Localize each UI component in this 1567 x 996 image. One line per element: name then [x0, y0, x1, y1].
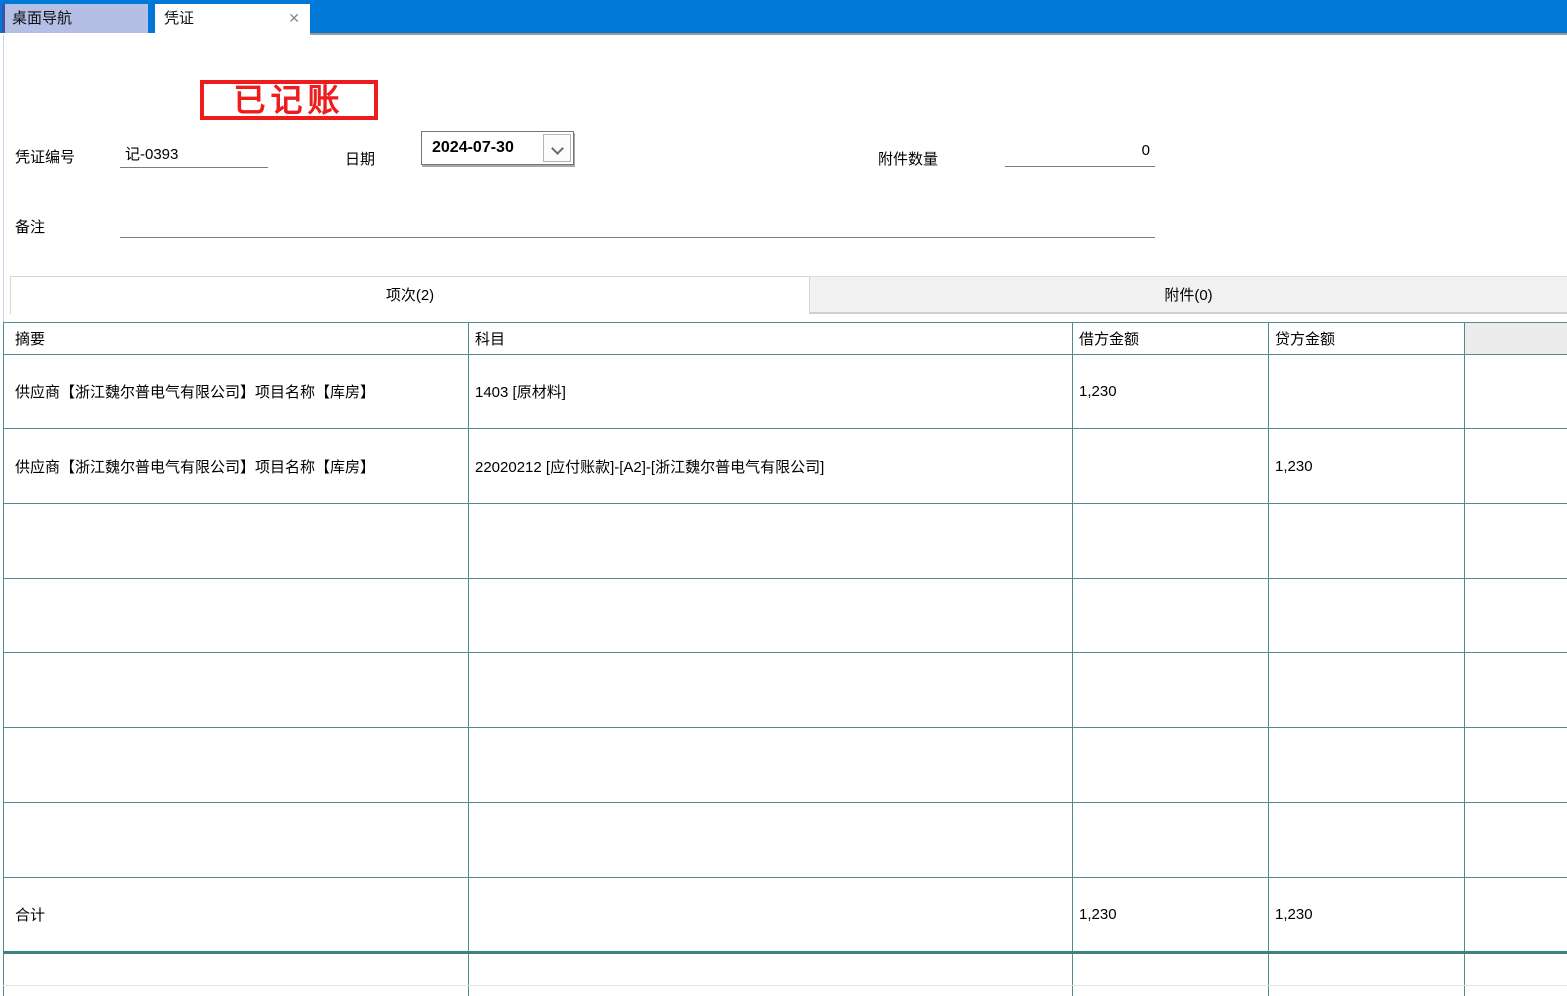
empty-row	[4, 579, 1567, 653]
attachment-count-label: 附件数量	[878, 148, 938, 169]
window-tab-voucher[interactable]: 凭证 ✕	[155, 4, 310, 33]
tab-attachments[interactable]: 附件(0)	[810, 276, 1567, 314]
date-value: 2024-07-30	[432, 139, 514, 157]
cell-summary[interactable]: 供应商【浙江魏尔普电气有限公司】项目名称【库房】	[4, 429, 469, 504]
chevron-down-icon	[551, 142, 564, 155]
empty-row	[4, 986, 1567, 996]
total-debit: 1,230	[1073, 878, 1269, 953]
voucher-no-label: 凭证编号	[15, 146, 75, 167]
cell-debit[interactable]: 1,230	[1073, 355, 1269, 429]
voucher-no-value[interactable]: 记-0393	[125, 143, 178, 164]
cell-credit[interactable]	[1269, 355, 1465, 429]
date-combobox[interactable]: 2024-07-30	[421, 131, 574, 165]
empty-row	[4, 504, 1567, 579]
posted-stamp: 已记账	[200, 80, 378, 120]
tab-bar-shadow	[310, 33, 1567, 35]
empty-row	[4, 653, 1567, 728]
tab-items-label: 项次(2)	[386, 287, 434, 304]
date-label: 日期	[345, 148, 375, 169]
voucher-no-underline	[120, 167, 268, 168]
header-credit: 贷方金额	[1269, 323, 1465, 355]
tab-attachments-label: 附件(0)	[1164, 287, 1212, 304]
remark-underline	[120, 237, 1155, 238]
header-debit: 借方金额	[1073, 323, 1269, 355]
header-extra	[1465, 323, 1567, 355]
header-summary: 摘要	[4, 323, 469, 355]
total-label: 合计	[4, 878, 469, 953]
cell-extra[interactable]	[1465, 355, 1567, 429]
table-row: 供应商【浙江魏尔普电气有限公司】项目名称【库房】 1403 [原材料] 1,23…	[4, 355, 1567, 429]
close-icon[interactable]: ✕	[288, 4, 300, 33]
total-row: 合计 1,230 1,230	[4, 878, 1567, 953]
tab-items[interactable]: 项次(2)	[10, 276, 810, 314]
empty-row	[4, 728, 1567, 803]
remark-label: 备注	[15, 216, 45, 237]
attachment-count-value[interactable]: 0	[1005, 142, 1150, 159]
window-tab-desktop-nav[interactable]: 桌面导航	[2, 4, 148, 33]
cell-extra[interactable]	[1465, 429, 1567, 504]
empty-row	[4, 953, 1567, 986]
attachment-count-underline	[1005, 166, 1155, 167]
window-tab-desktop-nav-label: 桌面导航	[12, 10, 72, 27]
entries-grid: 摘要 科目 借方金额 贷方金额 供应商【浙江魏尔普电气有限公司】项目名称【库房】…	[3, 322, 1567, 996]
date-dropdown-button[interactable]	[543, 134, 571, 162]
window-tab-voucher-label: 凭证	[164, 10, 194, 27]
table-row: 供应商【浙江魏尔普电气有限公司】项目名称【库房】 22020212 [应付账款]…	[4, 429, 1567, 504]
cell-credit[interactable]: 1,230	[1269, 429, 1465, 504]
empty-row	[4, 803, 1567, 878]
cell-account[interactable]: 1403 [原材料]	[469, 355, 1073, 429]
cell-debit[interactable]	[1073, 429, 1269, 504]
cell-summary[interactable]: 供应商【浙江魏尔普电气有限公司】项目名称【库房】	[4, 355, 469, 429]
cell-account[interactable]: 22020212 [应付账款]-[A2]-[浙江魏尔普电气有限公司]	[469, 429, 1073, 504]
total-credit: 1,230	[1269, 878, 1465, 953]
header-account: 科目	[469, 323, 1073, 355]
grid-header-row: 摘要 科目 借方金额 贷方金额	[4, 323, 1567, 355]
